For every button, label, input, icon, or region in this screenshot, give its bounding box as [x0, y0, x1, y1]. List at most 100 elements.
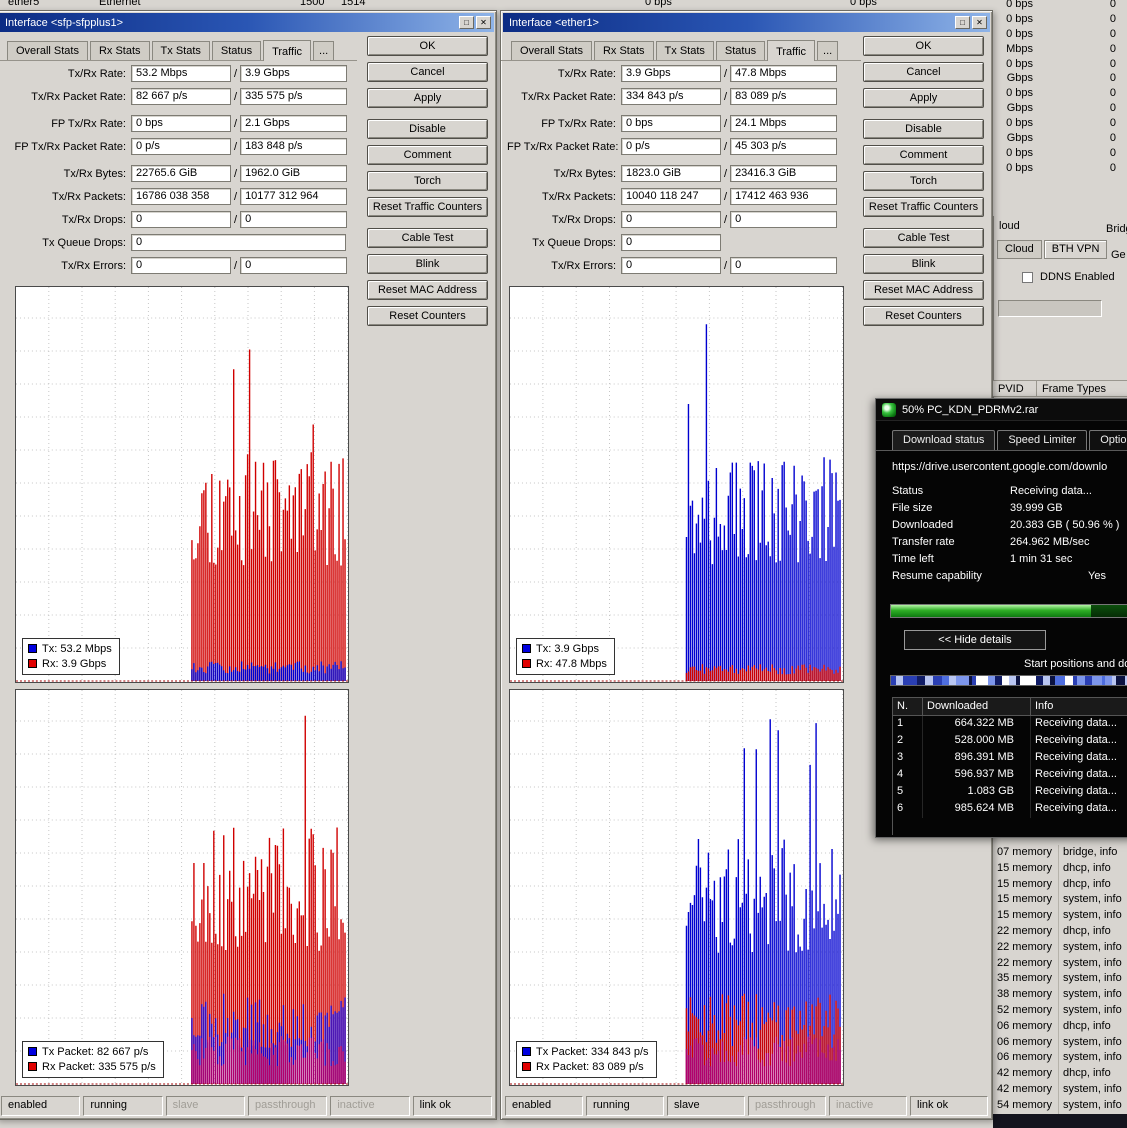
column-header-pvid[interactable]: PVID [993, 381, 1037, 396]
maximize-button[interactable]: □ [955, 16, 970, 29]
connection-row[interactable]: 1 664.322 MB Receiving data... [893, 716, 1127, 733]
field-input-tx[interactable]: 0 p/s [131, 138, 231, 155]
field-input-rx[interactable]: 45 303 p/s [730, 138, 838, 155]
maximize-button[interactable]: □ [459, 16, 474, 29]
field-input-rx[interactable]: 335 575 p/s [240, 88, 348, 105]
field-input-tx[interactable]: 0 [621, 234, 721, 251]
download-titlebar[interactable]: 50% PC_KDN_PDRMv2.rar [876, 399, 1127, 421]
field-input-rx[interactable]: 0 [730, 257, 838, 274]
action-button[interactable]: Disable [367, 119, 488, 139]
column-header-n[interactable]: N. [893, 698, 923, 715]
log-row[interactable]: 15 memory dhcp, info [993, 860, 1127, 877]
field-input-rx[interactable]: 83 089 p/s [730, 88, 838, 105]
log-row[interactable]: 15 memory dhcp, info [993, 876, 1127, 893]
close-button[interactable]: ✕ [972, 16, 987, 29]
field-input-tx[interactable]: 0 [131, 211, 231, 228]
tab[interactable]: Overall Stats [7, 41, 88, 60]
tab[interactable]: Rx Stats [89, 41, 150, 60]
field-input-tx[interactable]: 0 [131, 234, 346, 251]
field-input-tx[interactable]: 16786 038 358 [131, 188, 231, 205]
connection-row[interactable]: 2 528.000 MB Receiving data... [893, 733, 1127, 750]
action-button[interactable]: Blink [863, 254, 984, 274]
field-input-tx[interactable]: 0 p/s [621, 138, 721, 155]
action-button[interactable]: Reset Traffic Counters [367, 197, 488, 217]
field-input-rx[interactable]: 17412 463 936 [730, 188, 838, 205]
tab[interactable]: ... [817, 41, 839, 60]
cloud-tab[interactable]: Cloud [997, 240, 1042, 259]
field-input-tx[interactable]: 22765.6 GiB [131, 165, 231, 182]
action-button[interactable]: Torch [863, 171, 984, 191]
connection-row[interactable]: 6 985.624 MB Receiving data... [893, 801, 1127, 818]
field-input-rx[interactable]: 0 [730, 211, 838, 228]
log-row[interactable]: 42 memory dhcp, info [993, 1066, 1127, 1082]
field-input-tx[interactable]: 334 843 p/s [621, 88, 721, 105]
log-row[interactable]: 35 memory system, info [993, 971, 1127, 988]
connection-row[interactable]: 3 896.391 MB Receiving data... [893, 750, 1127, 767]
connection-row[interactable]: 5 1.083 GB Receiving data... [893, 784, 1127, 801]
field-input-rx[interactable]: 3.9 Gbps [240, 65, 348, 82]
column-header-downloaded[interactable]: Downloaded [923, 698, 1031, 715]
action-button[interactable]: Reset MAC Address [367, 280, 488, 300]
log-row[interactable]: 07 memory bridge, info [993, 845, 1127, 861]
log-row[interactable]: 38 memory system, info [993, 987, 1127, 1003]
field-input-tx[interactable]: 0 [131, 257, 231, 274]
column-header-info[interactable]: Info [1031, 698, 1127, 715]
log-row[interactable]: 06 memory system, info [993, 1050, 1127, 1067]
log-row[interactable]: 42 memory system, info [993, 1081, 1127, 1098]
action-button[interactable]: Blink [367, 254, 488, 274]
field-input-rx[interactable]: 24.1 Mbps [730, 115, 838, 132]
action-button[interactable]: Torch [367, 171, 488, 191]
field-input-rx[interactable]: 23416.3 GiB [730, 165, 838, 182]
action-button[interactable]: Comment [863, 145, 984, 165]
cloud-tab[interactable]: BTH VPN [1043, 240, 1108, 259]
column-header-frame-types[interactable]: Frame Types [1037, 381, 1127, 396]
field-input-rx[interactable]: 0 [240, 257, 348, 274]
action-button[interactable]: Reset MAC Address [863, 280, 984, 300]
field-input-rx[interactable]: 10177 312 964 [240, 188, 348, 205]
tab[interactable]: Traffic [263, 40, 312, 61]
log-row[interactable]: 06 memory system, info [993, 1034, 1127, 1051]
tab[interactable]: Rx Stats [593, 41, 654, 60]
hide-details-button[interactable]: << Hide details [904, 630, 1046, 650]
field-input-tx[interactable]: 0 bps [621, 115, 721, 132]
action-button[interactable]: OK [367, 36, 488, 56]
field-input-rx[interactable]: 183 848 p/s [240, 138, 348, 155]
action-button[interactable]: Reset Counters [367, 306, 488, 326]
log-row[interactable]: 22 memory dhcp, info [993, 923, 1127, 940]
download-tab[interactable]: Download status [892, 430, 996, 450]
log-row[interactable]: 22 memory system, info [993, 955, 1127, 972]
tab[interactable]: Status [211, 41, 262, 60]
action-button[interactable]: Cancel [367, 62, 488, 82]
tab[interactable]: Tx Stats [151, 41, 210, 60]
field-input-tx[interactable]: 10040 118 247 [621, 188, 721, 205]
action-button[interactable]: Cable Test [863, 228, 984, 248]
field-input-tx[interactable]: 3.9 Gbps [621, 65, 721, 82]
connection-row[interactable]: 4 596.937 MB Receiving data... [893, 767, 1127, 784]
field-input-tx[interactable]: 82 667 p/s [131, 88, 231, 105]
ddns-checkbox[interactable] [1022, 272, 1033, 283]
tab[interactable]: Traffic [767, 40, 816, 61]
field-input-tx[interactable]: 1823.0 GiB [621, 165, 721, 182]
action-button[interactable]: Reset Counters [863, 306, 984, 326]
tab[interactable]: ... [313, 41, 335, 60]
log-row[interactable]: 15 memory system, info [993, 892, 1127, 909]
action-button[interactable]: Apply [863, 88, 984, 108]
action-button[interactable]: Cable Test [367, 228, 488, 248]
log-row[interactable]: 52 memory system, info [993, 1002, 1127, 1019]
action-button[interactable]: Reset Traffic Counters [863, 197, 984, 217]
log-row[interactable]: 54 memory system, info [993, 1097, 1127, 1114]
log-row[interactable]: 22 memory system, info [993, 939, 1127, 956]
action-button[interactable]: Comment [367, 145, 488, 165]
action-button[interactable]: Apply [367, 88, 488, 108]
action-button[interactable]: OK [863, 36, 984, 56]
download-tab[interactable]: Speed Limiter [997, 430, 1088, 450]
field-input-tx[interactable]: 53.2 Mbps [131, 65, 231, 82]
log-row[interactable]: 06 memory dhcp, info [993, 1018, 1127, 1035]
tab[interactable]: Tx Stats [655, 41, 714, 60]
tab[interactable]: Status [715, 41, 766, 60]
window-titlebar[interactable]: Interface <sfp-sfpplus1> □ ✕ [0, 13, 494, 32]
field-input-rx[interactable]: 0 [240, 211, 348, 228]
field-input-tx[interactable]: 0 bps [131, 115, 231, 132]
action-button[interactable]: Disable [863, 119, 984, 139]
log-row[interactable]: 15 memory system, info [993, 908, 1127, 924]
